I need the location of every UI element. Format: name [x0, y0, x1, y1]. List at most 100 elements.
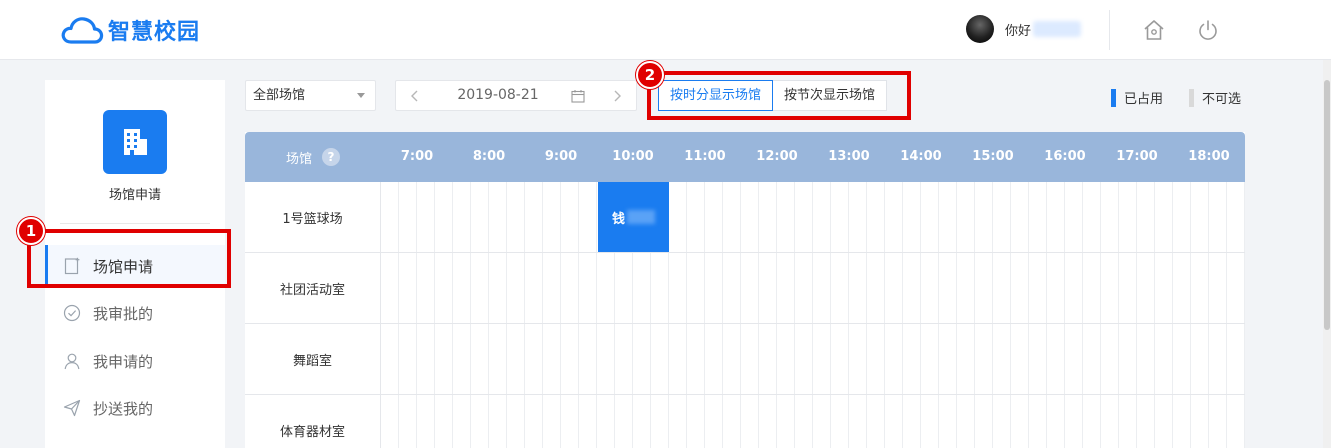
- time-slot-cell[interactable]: [1029, 253, 1047, 323]
- time-slot-cell[interactable]: [723, 395, 741, 448]
- time-slot-cell[interactable]: [759, 324, 777, 394]
- time-slot-cell[interactable]: [1119, 182, 1137, 252]
- time-slot-cell[interactable]: [1029, 395, 1047, 448]
- time-slot-cell[interactable]: [669, 395, 687, 448]
- time-slot-cell[interactable]: [489, 253, 507, 323]
- time-slot-cell[interactable]: [525, 253, 543, 323]
- time-slot-cell[interactable]: [1173, 395, 1191, 448]
- time-slot-cell[interactable]: [579, 182, 597, 252]
- time-slot-cell[interactable]: [867, 324, 885, 394]
- time-slot-cell[interactable]: [705, 324, 723, 394]
- time-slot-cell[interactable]: [759, 253, 777, 323]
- time-slot-cell[interactable]: [1065, 395, 1083, 448]
- time-slot-cell[interactable]: [687, 253, 705, 323]
- time-slot-cell[interactable]: [813, 395, 831, 448]
- time-slot-cell[interactable]: [849, 395, 867, 448]
- time-slot-cell[interactable]: [1209, 182, 1227, 252]
- time-slot-cell[interactable]: [651, 395, 669, 448]
- venue-filter-select[interactable]: 全部场馆: [245, 80, 376, 111]
- time-slot-cell[interactable]: [399, 253, 417, 323]
- time-slot-cell[interactable]: [651, 253, 669, 323]
- time-slot-cell[interactable]: [669, 324, 687, 394]
- time-slot-cell[interactable]: [453, 324, 471, 394]
- time-slot-cell[interactable]: [1191, 182, 1209, 252]
- time-slot-cell[interactable]: [597, 253, 615, 323]
- sidebar-item-cc-to-me[interactable]: 抄送我的: [45, 387, 225, 429]
- time-slot-cell[interactable]: [867, 253, 885, 323]
- time-slot-cell[interactable]: [975, 253, 993, 323]
- time-slot-cell[interactable]: [435, 182, 453, 252]
- time-slot-cell[interactable]: [1227, 324, 1245, 394]
- time-slot-cell[interactable]: [1155, 395, 1173, 448]
- time-slot-cell[interactable]: [1011, 324, 1029, 394]
- time-slot-cell[interactable]: [741, 253, 759, 323]
- time-slot-cell[interactable]: [507, 395, 525, 448]
- time-slot-cell[interactable]: [849, 182, 867, 252]
- logout-button[interactable]: [1195, 17, 1221, 43]
- time-slot-cell[interactable]: [993, 395, 1011, 448]
- time-slot-cell[interactable]: [1101, 253, 1119, 323]
- time-slot-cell[interactable]: [1119, 324, 1137, 394]
- time-slot-cell[interactable]: [759, 395, 777, 448]
- time-slot-cell[interactable]: [795, 182, 813, 252]
- time-slot-cell[interactable]: [723, 253, 741, 323]
- time-slot-cell[interactable]: [1155, 253, 1173, 323]
- time-slot-cell[interactable]: [417, 182, 435, 252]
- time-slot-cell[interactable]: [417, 324, 435, 394]
- time-slot-cell[interactable]: [975, 182, 993, 252]
- time-slot-cell[interactable]: [1011, 253, 1029, 323]
- sidebar-item-my-approvals[interactable]: 我审批的: [45, 292, 225, 334]
- time-slot-cell[interactable]: [471, 395, 489, 448]
- time-slot-cell[interactable]: [831, 395, 849, 448]
- time-slot-cell[interactable]: [723, 324, 741, 394]
- time-slot-cell[interactable]: [831, 253, 849, 323]
- time-slot-cell[interactable]: [687, 395, 705, 448]
- time-slot-cell[interactable]: [975, 395, 993, 448]
- time-slot-cell[interactable]: [399, 395, 417, 448]
- time-slot-cell[interactable]: [777, 324, 795, 394]
- time-slot-cell[interactable]: [957, 324, 975, 394]
- time-slot-cell[interactable]: [759, 182, 777, 252]
- prev-date-button[interactable]: [400, 81, 430, 110]
- time-slot-cell[interactable]: [633, 395, 651, 448]
- time-slot-cell[interactable]: [813, 324, 831, 394]
- time-slot-cell[interactable]: [1029, 182, 1047, 252]
- time-slot-cell[interactable]: [1065, 182, 1083, 252]
- time-slot-cell[interactable]: [741, 324, 759, 394]
- time-slot-cell[interactable]: [777, 253, 795, 323]
- booking-block[interactable]: 钱: [598, 182, 669, 252]
- time-slot-cell[interactable]: [741, 182, 759, 252]
- time-slot-cell[interactable]: [777, 182, 795, 252]
- app-logo[interactable]: 智慧校园: [60, 14, 200, 46]
- time-slot-cell[interactable]: [1083, 253, 1101, 323]
- time-slot-cell[interactable]: [1101, 182, 1119, 252]
- time-slot-cell[interactable]: [885, 395, 903, 448]
- time-slot-cell[interactable]: [921, 324, 939, 394]
- time-slot-cell[interactable]: [1011, 395, 1029, 448]
- time-slot-cell[interactable]: [975, 324, 993, 394]
- time-slot-cell[interactable]: [543, 253, 561, 323]
- time-slot-cell[interactable]: [813, 182, 831, 252]
- time-slot-cell[interactable]: [1047, 253, 1065, 323]
- time-slot-cell[interactable]: [1047, 324, 1065, 394]
- time-slot-cell[interactable]: [1083, 182, 1101, 252]
- sidebar-item-my-applications[interactable]: 我申请的: [45, 340, 225, 382]
- mode-by-period-button[interactable]: 按节次显示场馆: [773, 80, 888, 111]
- time-slot-cell[interactable]: [1101, 395, 1119, 448]
- time-slot-cell[interactable]: [849, 324, 867, 394]
- time-slot-cell[interactable]: [687, 324, 705, 394]
- home-button[interactable]: [1141, 17, 1167, 43]
- time-slot-cell[interactable]: [1227, 253, 1245, 323]
- page-scrollbar[interactable]: [1323, 60, 1331, 448]
- time-slot-cell[interactable]: [795, 395, 813, 448]
- time-slot-cell[interactable]: [705, 182, 723, 252]
- avatar[interactable]: [966, 15, 994, 43]
- user-menu[interactable]: 你好: [966, 15, 1082, 43]
- time-slot-cell[interactable]: [399, 324, 417, 394]
- time-slot-cell[interactable]: [993, 324, 1011, 394]
- time-slot-cell[interactable]: [399, 182, 417, 252]
- time-slot-cell[interactable]: [903, 395, 921, 448]
- time-slot-cell[interactable]: [687, 182, 705, 252]
- time-slot-cell[interactable]: [741, 395, 759, 448]
- time-slot-cell[interactable]: [1227, 395, 1245, 448]
